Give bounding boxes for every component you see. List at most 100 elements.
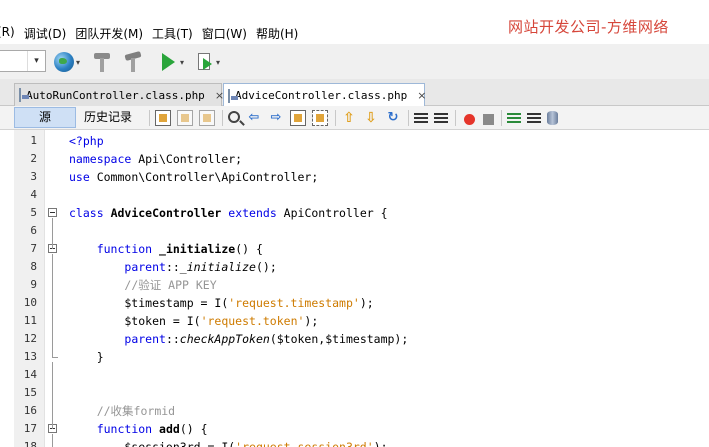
line-number: 15 — [23, 386, 37, 399]
line-number: 6 — [30, 224, 37, 237]
history-view-button[interactable]: 历史记录 — [84, 107, 132, 128]
run-icon — [162, 53, 175, 71]
previous-bookmark-icon[interactable]: ⇧ — [341, 110, 357, 126]
fold-guide — [52, 434, 53, 447]
tab-autorun-controller[interactable]: AutoRunController.class.php × — [14, 83, 224, 106]
chevron-down-icon[interactable]: ▾ — [27, 51, 45, 71]
menu-item[interactable]: 团队开发(M) — [75, 25, 143, 41]
tab-label: AdviceController.class.php — [235, 89, 408, 102]
fold-guide — [52, 254, 53, 357]
line-number: 8 — [30, 260, 37, 273]
line-number: 9 — [30, 278, 37, 291]
code-line[interactable]: 7 function _initialize() { — [0, 240, 709, 258]
forward-icon[interactable] — [199, 110, 215, 126]
code-line[interactable]: 1 <?php — [0, 132, 709, 150]
fold-end-mark — [52, 357, 58, 358]
php-file-icon — [19, 88, 29, 102]
line-number: 16 — [23, 404, 37, 417]
browser-button[interactable]: ▾ — [54, 50, 80, 74]
code-text: //验证 APP KEY — [124, 278, 217, 292]
code-text: class AdviceController extends ApiContro… — [69, 206, 388, 220]
line-number: 12 — [23, 332, 37, 345]
code-line[interactable]: 2 namespace Api\Controller; — [0, 150, 709, 168]
editor-tab-bar: AutoRunController.class.php × AdviceCont… — [0, 79, 709, 107]
debug-button[interactable]: ▾ — [196, 50, 220, 74]
code-line[interactable]: 15 — [0, 384, 709, 402]
menu-item[interactable]: 调试(D) — [24, 25, 67, 41]
code-text: use Common\Controller\ApiController; — [69, 170, 319, 184]
record-macro-icon[interactable] — [464, 113, 475, 125]
line-number: 2 — [30, 152, 37, 165]
shift-left-icon[interactable] — [414, 113, 428, 125]
database-icon[interactable] — [547, 111, 558, 125]
code-line[interactable]: 10 $timestamp = I('request.timestamp'); — [0, 294, 709, 312]
comment-icon[interactable] — [507, 113, 521, 125]
code-text: $token = I('request.token'); — [69, 314, 319, 328]
watermark-text: 网站开发公司-方维网络 — [508, 18, 669, 36]
menu-item[interactable]: 帮助(H) — [256, 25, 298, 41]
line-number: 7 — [30, 242, 37, 255]
menu-item[interactable]: (R) — [0, 25, 15, 41]
globe-icon — [54, 52, 74, 72]
editor-toolbar: 源 历史记录 ⇦ ⇨ ⇧ ⇩ ↻ — [0, 106, 709, 130]
fold-toggle-icon[interactable] — [48, 208, 57, 217]
tab-advice-controller[interactable]: AdviceController.class.php × — [223, 83, 426, 107]
code-line[interactable]: 13 } — [0, 348, 709, 366]
dropdown-arrow-icon[interactable]: ▾ — [180, 58, 184, 67]
tab-label: AutoRunController.class.php — [26, 88, 205, 102]
toggle-highlight-icon[interactable] — [290, 110, 306, 126]
code-line[interactable]: 8 parent::_initialize(); — [0, 258, 709, 276]
line-number: 5 — [30, 206, 37, 219]
dropdown-arrow-icon[interactable]: ▾ — [216, 58, 220, 67]
config-combobox[interactable]: ▾ — [0, 50, 46, 72]
code-line[interactable]: 3 use Common\Controller\ApiController; — [0, 168, 709, 186]
menu-item[interactable]: 窗口(W) — [202, 25, 247, 41]
line-number: 11 — [23, 314, 37, 327]
line-number: 1 — [30, 134, 37, 147]
fold-guide — [52, 218, 53, 249]
dropdown-arrow-icon[interactable]: ▾ — [76, 58, 80, 67]
code-text: parent::checkAppToken($token,$timestamp)… — [124, 332, 409, 346]
code-text: } — [69, 350, 104, 364]
code-line[interactable]: 9 //验证 APP KEY — [0, 276, 709, 294]
fold-guide — [52, 362, 53, 429]
code-line[interactable]: 4 — [0, 186, 709, 204]
code-line[interactable]: 6 — [0, 222, 709, 240]
stop-macro-icon[interactable] — [483, 113, 494, 125]
rect-select-icon[interactable] — [312, 110, 328, 126]
build-button[interactable] — [93, 50, 111, 74]
code-text: <?php — [69, 134, 104, 148]
code-editor[interactable]: 1 <?php 2 namespace Api\Controller; 3 use Com… — [0, 130, 709, 447]
code-line[interactable]: 14 — [0, 366, 709, 384]
menu-item[interactable]: 工具(T) — [152, 25, 193, 41]
last-edit-icon[interactable] — [155, 110, 171, 126]
code-line[interactable]: 12 parent::checkAppToken($token,$timesta… — [0, 330, 709, 348]
toggle-bookmark-icon[interactable]: ↻ — [385, 110, 401, 126]
uncomment-icon[interactable] — [527, 113, 541, 125]
code-text: parent::_initialize(); — [124, 260, 277, 274]
next-bookmark-icon[interactable]: ⇩ — [363, 110, 379, 126]
search-icon[interactable] — [228, 110, 240, 123]
main-toolbar: ▾ ▾ ▾ ▾ — [0, 44, 709, 79]
menu-bar: (R) 调试(D) 团队开发(M) 工具(T) 窗口(W) 帮助(H) 网站开发公司-方维… — [0, 0, 709, 44]
source-view-button[interactable]: 源 — [14, 107, 76, 128]
code-line[interactable]: 5 class AdviceController extends ApiContr… — [0, 204, 709, 222]
back-icon[interactable] — [177, 110, 193, 126]
php-file-icon — [228, 88, 238, 103]
clean-build-button[interactable] — [124, 50, 142, 74]
find-next-icon[interactable]: ⇨ — [268, 110, 284, 126]
code-line[interactable]: 17 function add() { — [0, 420, 709, 438]
line-number: 10 — [23, 296, 37, 309]
run-button[interactable]: ▾ — [162, 50, 184, 74]
line-number: 13 — [23, 350, 37, 363]
code-line[interactable]: 16 //收集formid — [0, 402, 709, 420]
close-icon[interactable]: × — [417, 89, 426, 102]
code-text: function _initialize() { — [96, 242, 263, 256]
find-previous-icon[interactable]: ⇦ — [246, 110, 262, 126]
line-number: 3 — [30, 170, 37, 183]
clean-build-icon — [124, 51, 142, 73]
shift-right-icon[interactable] — [434, 113, 448, 125]
code-line[interactable]: 11 $token = I('request.token'); — [0, 312, 709, 330]
hammer-icon — [93, 51, 111, 73]
code-line[interactable]: 18 $session3rd = I('request.session3rd')… — [0, 438, 709, 447]
